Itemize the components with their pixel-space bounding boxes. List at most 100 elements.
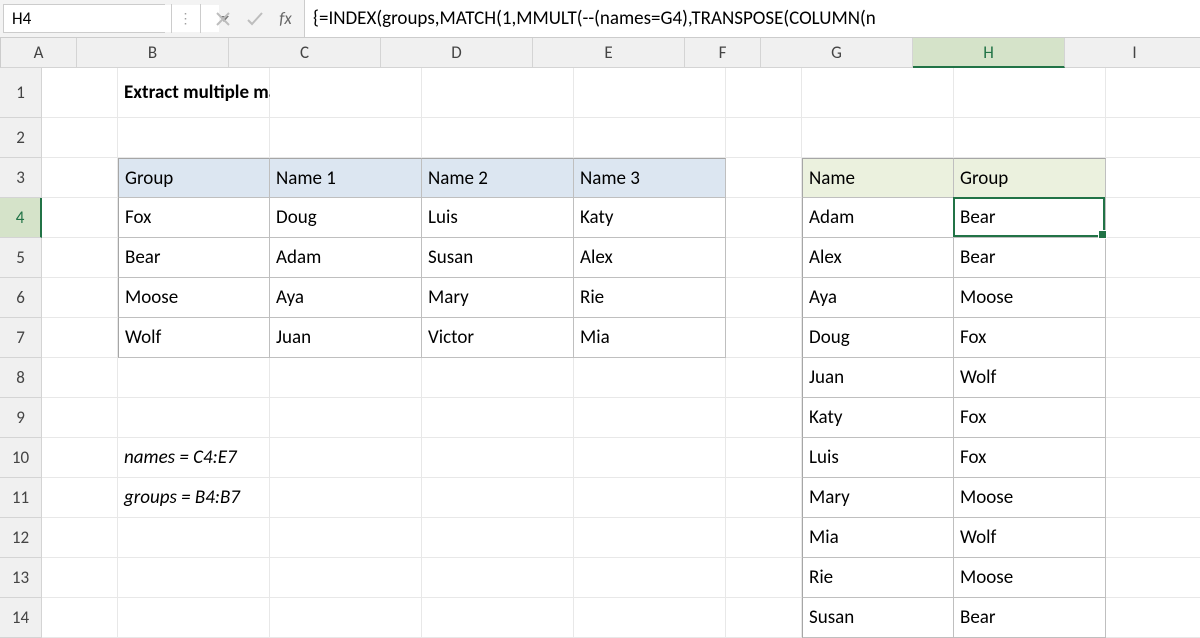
row-header-14[interactable]: 14 bbox=[0, 598, 42, 638]
cell-A14[interactable] bbox=[42, 598, 118, 638]
col-header-B[interactable]: B bbox=[77, 38, 229, 68]
cell-B1[interactable]: Extract multiple matches into separate c… bbox=[118, 68, 270, 118]
cell-B5[interactable]: Bear bbox=[118, 238, 270, 278]
cell-C3[interactable]: Name 1 bbox=[270, 158, 422, 198]
col-header-C[interactable]: C bbox=[229, 38, 381, 68]
cell-A8[interactable] bbox=[42, 358, 118, 398]
cell-C14[interactable] bbox=[270, 598, 422, 638]
cell-G14[interactable]: Susan bbox=[802, 598, 954, 638]
cell-C7[interactable]: Juan bbox=[270, 318, 422, 358]
cell-D7[interactable]: Victor bbox=[422, 318, 574, 358]
cell-H12[interactable]: Wolf bbox=[954, 518, 1106, 558]
cell-E10[interactable] bbox=[574, 438, 726, 478]
cell-F9[interactable] bbox=[726, 398, 802, 438]
cell-F10[interactable] bbox=[726, 438, 802, 478]
cell-I1[interactable] bbox=[1106, 68, 1200, 118]
cell-G7[interactable]: Doug bbox=[802, 318, 954, 358]
cell-A12[interactable] bbox=[42, 518, 118, 558]
cell-E8[interactable] bbox=[574, 358, 726, 398]
cell-G6[interactable]: Aya bbox=[802, 278, 954, 318]
cell-G3[interactable]: Name bbox=[802, 158, 954, 198]
cell-B9[interactable] bbox=[118, 398, 270, 438]
cell-I6[interactable] bbox=[1106, 278, 1200, 318]
cell-E7[interactable]: Mia bbox=[574, 318, 726, 358]
cell-B7[interactable]: Wolf bbox=[118, 318, 270, 358]
cell-F7[interactable] bbox=[726, 318, 802, 358]
row-header-11[interactable]: 11 bbox=[0, 478, 42, 518]
cell-B12[interactable] bbox=[118, 518, 270, 558]
cell-A3[interactable] bbox=[42, 158, 118, 198]
select-all-corner[interactable] bbox=[0, 38, 1, 68]
col-header-E[interactable]: E bbox=[533, 38, 685, 68]
row-header-9[interactable]: 9 bbox=[0, 398, 42, 438]
cell-F14[interactable] bbox=[726, 598, 802, 638]
cell-I14[interactable] bbox=[1106, 598, 1200, 638]
cell-I3[interactable] bbox=[1106, 158, 1200, 198]
cell-F8[interactable] bbox=[726, 358, 802, 398]
cell-E14[interactable] bbox=[574, 598, 726, 638]
cell-I9[interactable] bbox=[1106, 398, 1200, 438]
cell-F12[interactable] bbox=[726, 518, 802, 558]
cell-D10[interactable] bbox=[422, 438, 574, 478]
cell-G2[interactable] bbox=[802, 118, 954, 158]
cell-D11[interactable] bbox=[422, 478, 574, 518]
col-header-G[interactable]: G bbox=[761, 38, 913, 68]
cell-A6[interactable] bbox=[42, 278, 118, 318]
cell-C13[interactable] bbox=[270, 558, 422, 598]
cell-E9[interactable] bbox=[574, 398, 726, 438]
cell-E11[interactable] bbox=[574, 478, 726, 518]
cell-C4[interactable]: Doug bbox=[270, 198, 422, 238]
cell-D5[interactable]: Susan bbox=[422, 238, 574, 278]
cell-C12[interactable] bbox=[270, 518, 422, 558]
cell-G12[interactable]: Mia bbox=[802, 518, 954, 558]
cell-H5[interactable]: Bear bbox=[954, 238, 1106, 278]
col-header-D[interactable]: D bbox=[381, 38, 533, 68]
cell-H6[interactable]: Moose bbox=[954, 278, 1106, 318]
cell-A13[interactable] bbox=[42, 558, 118, 598]
cell-H10[interactable]: Fox bbox=[954, 438, 1106, 478]
cell-I11[interactable] bbox=[1106, 478, 1200, 518]
expand-dots-icon[interactable]: ⋮ bbox=[178, 0, 194, 37]
cell-I5[interactable] bbox=[1106, 238, 1200, 278]
cell-I7[interactable] bbox=[1106, 318, 1200, 358]
cell-D12[interactable] bbox=[422, 518, 574, 558]
cell-I8[interactable] bbox=[1106, 358, 1200, 398]
row-header-13[interactable]: 13 bbox=[0, 558, 42, 598]
cell-H11[interactable]: Moose bbox=[954, 478, 1106, 518]
cell-F1[interactable] bbox=[726, 68, 802, 118]
cell-C6[interactable]: Aya bbox=[270, 278, 422, 318]
cell-G10[interactable]: Luis bbox=[802, 438, 954, 478]
formula-input[interactable]: {=INDEX(groups,MATCH(1,MMULT(--(names=G4… bbox=[305, 0, 1200, 37]
cell-E12[interactable] bbox=[574, 518, 726, 558]
cell-H2[interactable] bbox=[954, 118, 1106, 158]
cell-G8[interactable]: Juan bbox=[802, 358, 954, 398]
cell-B4[interactable]: Fox bbox=[118, 198, 270, 238]
cell-E6[interactable]: Rie bbox=[574, 278, 726, 318]
cell-H1[interactable] bbox=[954, 68, 1106, 118]
cell-A1[interactable] bbox=[42, 68, 118, 118]
confirm-button[interactable] bbox=[239, 0, 271, 37]
cell-D9[interactable] bbox=[422, 398, 574, 438]
cell-C10[interactable] bbox=[270, 438, 422, 478]
row-header-10[interactable]: 10 bbox=[0, 438, 42, 478]
cell-C9[interactable] bbox=[270, 398, 422, 438]
cell-D14[interactable] bbox=[422, 598, 574, 638]
fx-label[interactable]: fx bbox=[271, 0, 305, 37]
cell-I13[interactable] bbox=[1106, 558, 1200, 598]
cell-D3[interactable]: Name 2 bbox=[422, 158, 574, 198]
cell-D4[interactable]: Luis bbox=[422, 198, 574, 238]
col-header-I[interactable]: I bbox=[1065, 38, 1200, 68]
row-header-7[interactable]: 7 bbox=[0, 318, 42, 358]
row-header-12[interactable]: 12 bbox=[0, 518, 42, 558]
cell-F5[interactable] bbox=[726, 238, 802, 278]
cell-A10[interactable] bbox=[42, 438, 118, 478]
cell-F2[interactable] bbox=[726, 118, 802, 158]
cell-H9[interactable]: Fox bbox=[954, 398, 1106, 438]
cell-F3[interactable] bbox=[726, 158, 802, 198]
cell-A5[interactable] bbox=[42, 238, 118, 278]
cell-F13[interactable] bbox=[726, 558, 802, 598]
cell-E4[interactable]: Katy bbox=[574, 198, 726, 238]
cell-A9[interactable] bbox=[42, 398, 118, 438]
cell-C5[interactable]: Adam bbox=[270, 238, 422, 278]
cell-I4[interactable] bbox=[1106, 198, 1200, 238]
